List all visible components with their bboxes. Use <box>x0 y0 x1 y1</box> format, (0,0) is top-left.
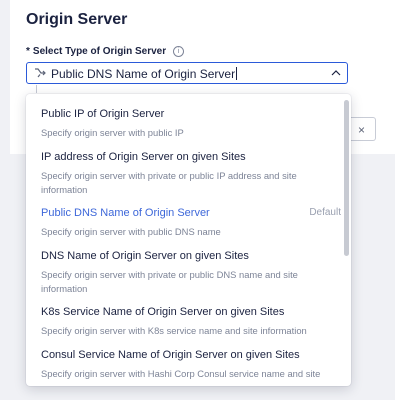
option-title: IP address of Origin Server on given Sit… <box>41 151 246 163</box>
option-description: Specify origin server with public DNS na… <box>41 226 221 237</box>
origin-type-label-text: Select Type of Origin Server <box>32 46 167 57</box>
option-description: Specify origin server with K8s service n… <box>41 325 307 336</box>
dropdown-scrollbar[interactable] <box>344 100 349 256</box>
option-title: Public IP of Origin Server <box>41 108 165 120</box>
origin-type-label: * Select Type of Origin Server i <box>26 46 185 57</box>
clear-icon[interactable]: × <box>358 123 365 137</box>
origin-type-select-value: Public DNS Name of Origin Server <box>51 67 238 81</box>
option-title: Consul Service Name of Origin Server on … <box>41 349 300 361</box>
option-description: Specify origin server with private or pu… <box>41 269 298 294</box>
chevron-up-icon[interactable] <box>331 69 341 77</box>
background-field-edge <box>36 85 37 93</box>
option-public-ip[interactable]: Public IP of Origin Server Specify origi… <box>41 108 331 140</box>
option-title: DNS Name of Origin Server on given Sites <box>41 250 249 262</box>
option-description: Specify origin server with Hashi Corp Co… <box>41 368 321 379</box>
route-icon <box>35 68 46 78</box>
section-title: Origin Server <box>26 11 128 28</box>
option-title: Public DNS Name of Origin Server <box>41 207 210 219</box>
required-mark: * <box>26 46 30 57</box>
origin-type-dropdown: Public IP of Origin Server Specify origi… <box>26 94 351 386</box>
option-description: Specify origin server with private or pu… <box>41 170 297 195</box>
option-consul-service[interactable]: Consul Service Name of Origin Server on … <box>41 349 331 381</box>
default-badge: Default <box>309 207 341 218</box>
info-icon[interactable]: i <box>173 46 185 57</box>
option-ip-on-sites[interactable]: IP address of Origin Server on given Sit… <box>41 151 331 197</box>
option-description: Specify origin server with public IP <box>41 127 184 138</box>
text-cursor <box>236 67 238 80</box>
option-public-dns[interactable]: Public DNS Name of Origin Server Default… <box>41 207 341 239</box>
option-title: K8s Service Name of Origin Server on giv… <box>41 306 285 318</box>
option-k8s-service[interactable]: K8s Service Name of Origin Server on giv… <box>41 306 331 338</box>
option-dns-on-sites[interactable]: DNS Name of Origin Server on given Sites… <box>41 250 331 296</box>
origin-type-select[interactable]: Public DNS Name of Origin Server <box>26 62 348 84</box>
